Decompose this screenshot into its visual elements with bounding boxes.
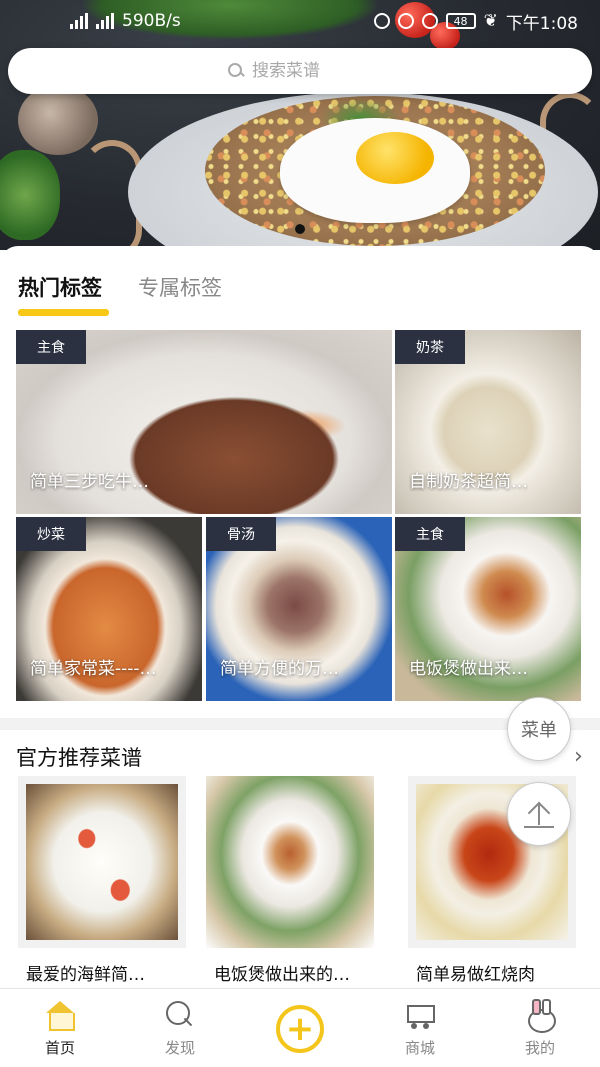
recipe-title: 简单易做红烧肉 <box>416 965 535 985</box>
menu-float-button[interactable]: 菜单 <box>507 697 571 761</box>
carousel-indicator[interactable] <box>295 224 305 234</box>
clock: 下午1:08 <box>505 13 578 34</box>
tag-tile[interactable]: 奶茶 自制奶茶超简… <box>395 330 581 514</box>
nav-mine[interactable]: 我的 <box>480 989 600 1067</box>
status-right: 48 ❦ 下午1:08 <box>373 9 578 34</box>
cart-icon <box>403 999 437 1031</box>
nav-discover[interactable]: 发现 <box>120 989 240 1067</box>
recipe-photo <box>18 776 186 948</box>
nav-mall[interactable]: 商城 <box>360 989 480 1067</box>
add-icon: + <box>276 1004 324 1053</box>
tile-caption: 自制奶茶超简… <box>409 472 528 492</box>
tab-hot-tags[interactable]: 热门标签 <box>18 272 109 316</box>
search-bar[interactable] <box>8 48 592 94</box>
recipe-title: 电饭煲做出来的… <box>214 965 350 985</box>
back-to-top-button[interactable] <box>507 782 571 846</box>
tile-caption: 电饭煲做出来… <box>409 659 528 679</box>
notification-icon <box>397 13 414 29</box>
chevron-right-icon[interactable]: › <box>574 744 583 769</box>
nav-label: 商城 <box>404 1039 435 1057</box>
nav-add[interactable]: + <box>240 989 360 1067</box>
tab-exclusive-tags[interactable]: 专属标签 <box>138 272 222 316</box>
back-to-top-icon <box>524 799 554 829</box>
network-speed: 590B/s <box>122 11 181 31</box>
tag-badge: 主食 <box>395 517 465 551</box>
signal-icon <box>70 13 88 29</box>
recipe-card[interactable]: 最爱的海鲜简… <box>18 776 186 986</box>
search-input[interactable] <box>252 61 372 81</box>
alarm-icon <box>421 13 438 29</box>
nav-label: 我的 <box>524 1039 555 1057</box>
status-bar: 590B/s 48 ❦ 下午1:08 <box>0 0 600 42</box>
tile-caption: 简单三步吃牛… <box>30 472 149 492</box>
search-icon <box>228 63 244 79</box>
tile-caption: 简单方便的万… <box>220 659 339 679</box>
recipe-card[interactable]: 电饭煲做出来的… <box>206 776 374 986</box>
battery-icon: 48 <box>445 13 476 29</box>
tag-tabs: 热门标签 专属标签 <box>18 272 222 316</box>
nav-label: 首页 <box>44 1039 75 1057</box>
recipe-photo <box>206 776 374 948</box>
tag-badge: 骨汤 <box>206 517 276 551</box>
bottom-nav: 首页 发现 + 商城 我的 <box>0 988 600 1067</box>
tag-tile[interactable]: 骨汤 简单方便的万… <box>206 517 392 701</box>
home-screen: 590B/s 48 ❦ 下午1:08 热门标签 专属标签 主食 简单三步吃牛… … <box>0 0 600 1067</box>
tile-caption: 简单家常菜----… <box>30 659 157 679</box>
banner-egg-yolk <box>356 132 434 184</box>
tag-badge: 炒菜 <box>16 517 86 551</box>
tag-badge: 奶茶 <box>395 330 465 364</box>
eye-icon <box>373 13 390 29</box>
banner-mushroom <box>18 85 98 155</box>
home-icon <box>43 999 77 1031</box>
leaf-icon: ❦ <box>483 11 498 31</box>
nav-home[interactable]: 首页 <box>0 989 120 1067</box>
tag-tile[interactable]: 主食 简单三步吃牛… <box>16 330 392 514</box>
tag-badge: 主食 <box>16 330 86 364</box>
tags-section: 热门标签 专属标签 主食 简单三步吃牛… 奶茶 自制奶茶超简… 炒菜 简单家常菜… <box>0 246 600 724</box>
nav-label: 发现 <box>164 1039 195 1057</box>
status-left: 590B/s <box>70 11 181 31</box>
discover-icon <box>163 999 197 1031</box>
signal-icon <box>96 13 114 29</box>
bunny-icon <box>523 999 557 1033</box>
section-title: 官方推荐菜谱 <box>16 746 142 770</box>
banner-broccoli <box>0 150 60 240</box>
tag-tile[interactable]: 主食 电饭煲做出来… <box>395 517 581 701</box>
recipe-title: 最爱的海鲜简… <box>26 965 145 985</box>
tag-tile[interactable]: 炒菜 简单家常菜----… <box>16 517 202 701</box>
